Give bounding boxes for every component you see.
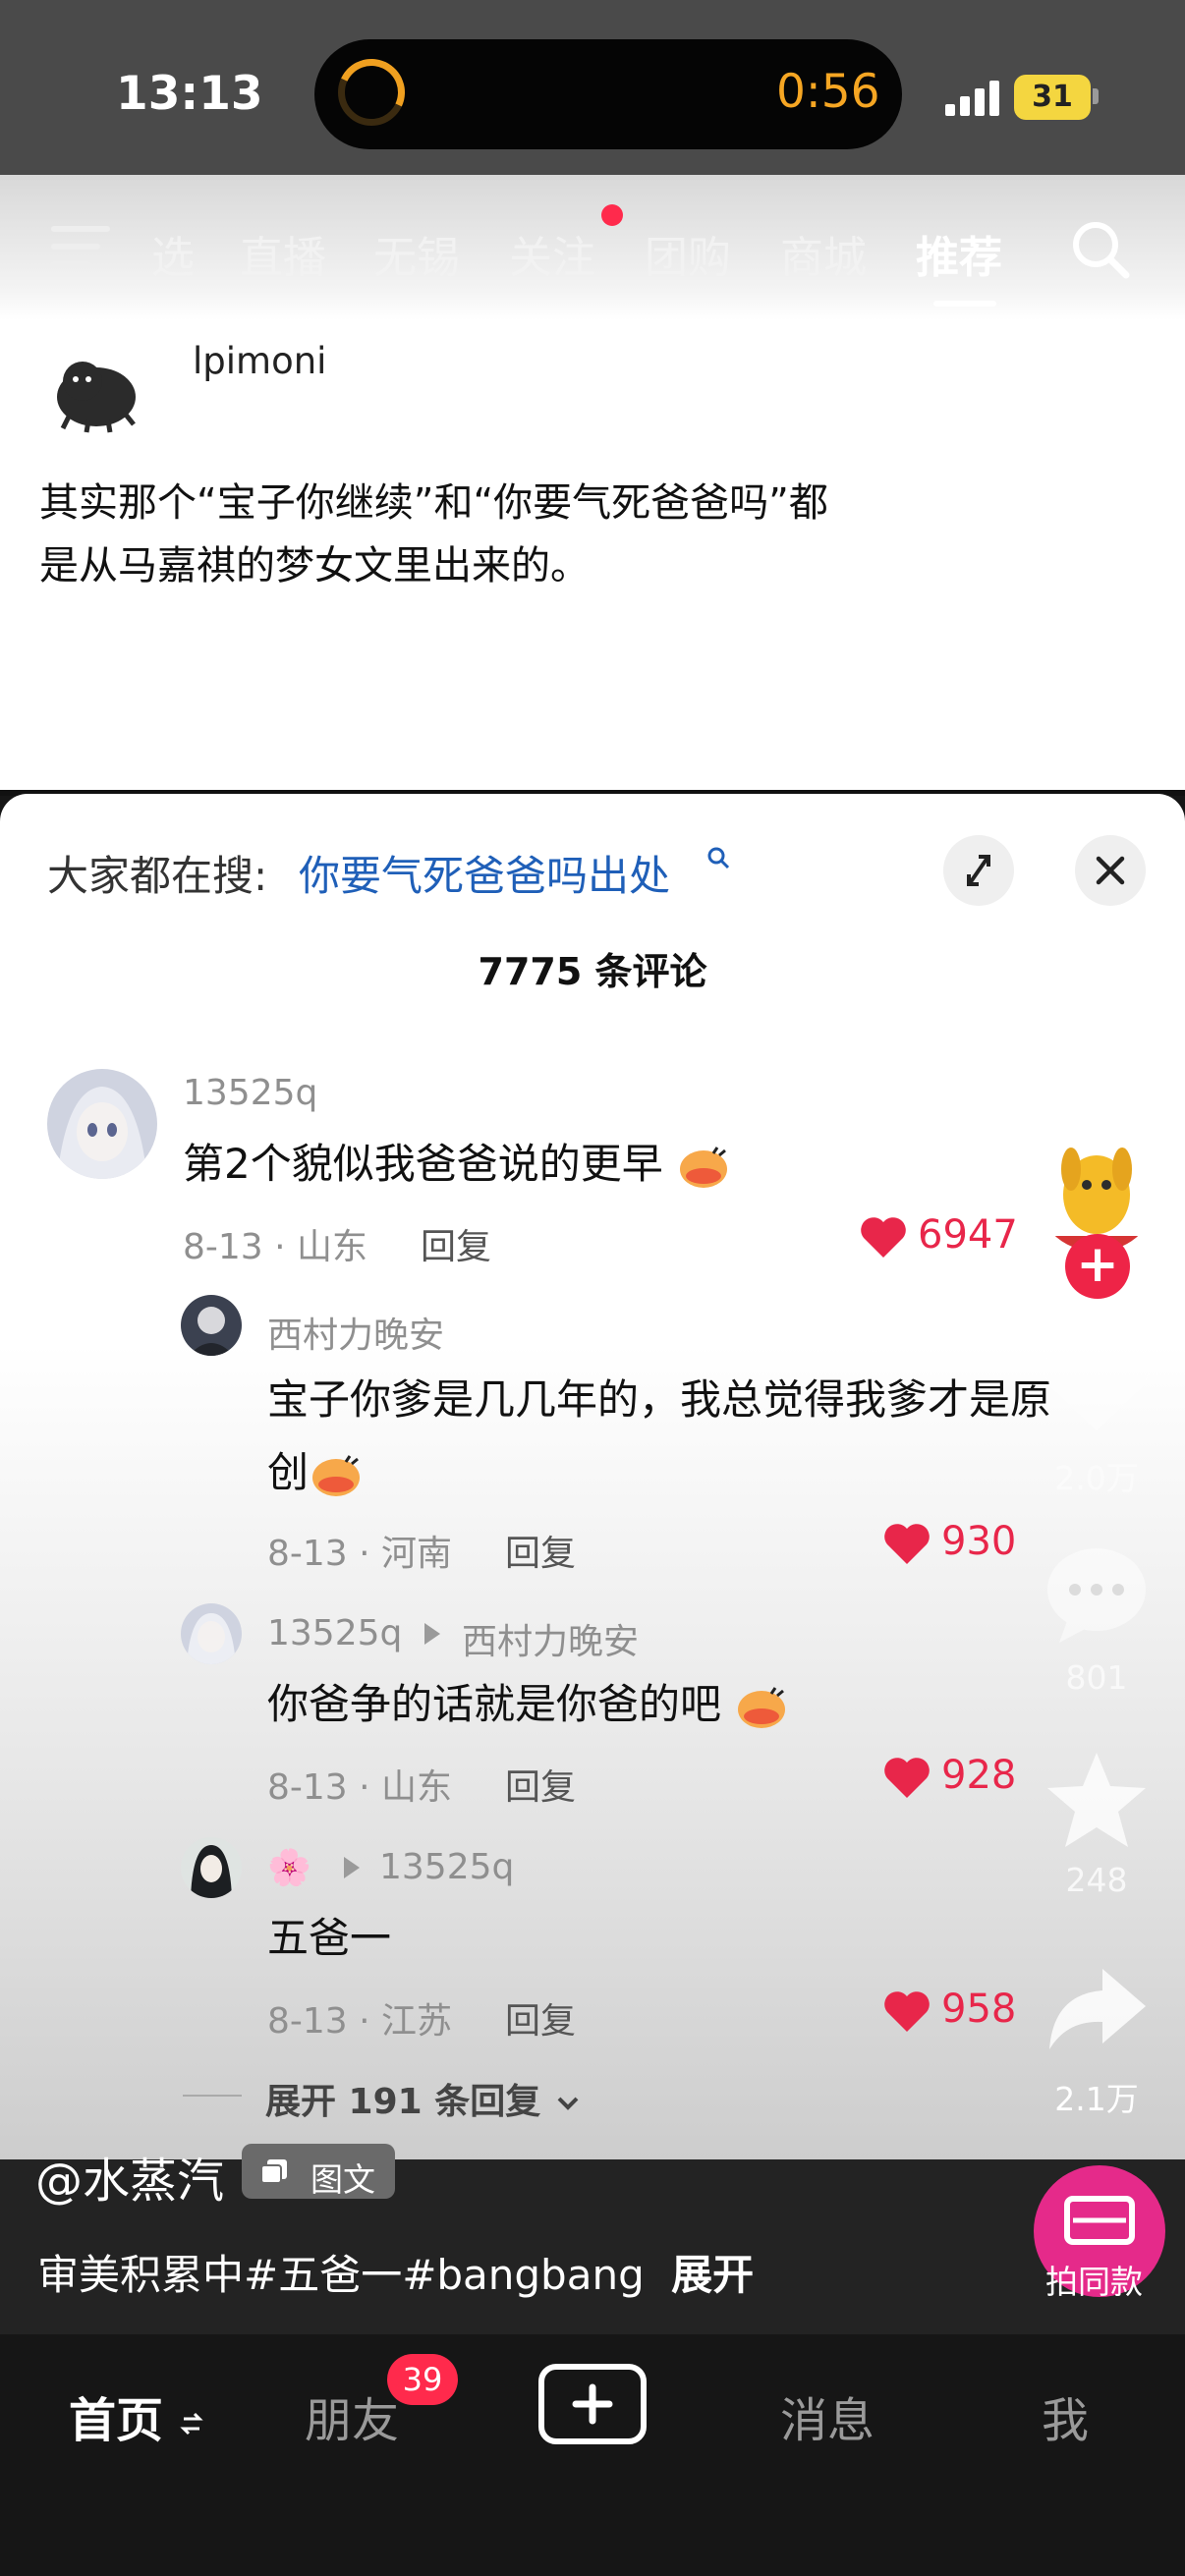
status-time: 13:13 [116, 67, 263, 121]
comment-text-content: 你爸争的话就是你爸的吧 [267, 1680, 722, 1728]
close-comments-button[interactable] [1075, 835, 1146, 906]
image-text-icon [260, 2159, 287, 2184]
expand-sheet-button[interactable] [943, 835, 1014, 906]
video-description: 审美积累中#五爸一#bangbang 展开 [37, 2242, 754, 2302]
comment-count: 7775 条评论 [478, 950, 707, 993]
comment-meta: 8-13 · 山东 [183, 1227, 368, 1267]
comment-meta: 8-13 · 山东 [267, 1767, 453, 1808]
create-post-button[interactable] [538, 2364, 647, 2444]
battery-tip [1093, 88, 1099, 104]
comment-text: 第2个貌似我爸爸说的更早 [183, 1128, 731, 1201]
comment-text-content: 第2个貌似我爸爸说的更早 [183, 1140, 663, 1188]
reply-to-username[interactable]: 13525q [379, 1847, 514, 1887]
duck-emoji-icon [738, 1686, 786, 1728]
expand-icon [967, 855, 990, 886]
creator-avatar[interactable] [1034, 1126, 1159, 1252]
comment-meta: 8-13 · 江苏 [267, 2001, 453, 2042]
reply-button[interactable]: 回复 [421, 1218, 491, 1269]
post-type-label: 图文 [310, 2160, 375, 2199]
tab-recommend[interactable]: 推荐 [916, 222, 1002, 285]
search-icon[interactable] [1069, 218, 1132, 281]
duck-emoji-icon [680, 1146, 728, 1188]
expand-replies-button[interactable]: 展开 191 条回复 [265, 2073, 583, 2124]
like-count: 930 [941, 1519, 1017, 1564]
comment-username[interactable]: 西村力晚安 [267, 1307, 444, 1358]
reply-arrow-icon [344, 1857, 360, 1878]
post-text: 其实那个“宝子你继续”和“你要气死爸爸吗”都 是从马嘉祺的梦女文里出来的。 [39, 472, 1022, 597]
comment-meta: 8-13 · 河南 [267, 1534, 453, 1574]
comment-username[interactable]: 13525q [183, 1073, 317, 1113]
reply-button[interactable]: 回复 [505, 1525, 576, 1576]
tab-select[interactable]: 选 [151, 222, 195, 285]
expand-description-link[interactable]: 展开 [671, 2251, 754, 2299]
plus-icon [572, 2383, 613, 2425]
nav-friends[interactable]: 朋友 [305, 2381, 399, 2450]
like-count: 928 [941, 1753, 1017, 1798]
same-style-label[interactable]: 拍同款 [1045, 2256, 1143, 2303]
tab-mall[interactable]: 商城 [780, 222, 867, 285]
like-count: 6947 [918, 1212, 1018, 1258]
signal-icon [945, 81, 1000, 116]
island-timer: 0:56 [776, 65, 880, 119]
reply-arrow-icon [424, 1623, 440, 1645]
tab-live[interactable]: 直播 [240, 222, 326, 285]
commenter-avatar[interactable] [47, 1069, 157, 1179]
post-text-line: 其实那个“宝子你继续”和“你要气死爸爸吗”都 [39, 480, 828, 526]
description-text: 审美积累中#五爸一#bangbang [37, 2251, 645, 2299]
nav-me[interactable]: 我 [1042, 2381, 1089, 2450]
like-heart-icon[interactable] [1042, 1336, 1152, 1434]
comment-username[interactable]: 🌸 [267, 1847, 311, 1888]
favorite-total: 248 [1065, 1861, 1128, 1899]
heart-icon[interactable] [859, 1214, 908, 1260]
nav-home[interactable]: 首页 [69, 2381, 203, 2450]
search-suggestion-link[interactable]: 你要气死爸爸吗出处 [299, 843, 670, 903]
reply-button[interactable]: 回复 [505, 1759, 576, 1810]
comment-text-line: 创 [267, 1436, 1112, 1509]
menu-icon[interactable] [51, 222, 110, 271]
heart-icon[interactable] [882, 1988, 931, 2034]
comment-text: 五爸一 [267, 1914, 392, 1962]
heart-icon[interactable] [882, 1755, 931, 1800]
video-author[interactable]: @水蒸汽 [35, 2142, 224, 2211]
commenter-avatar[interactable] [181, 1603, 242, 1664]
tab-following[interactable]: 关注 [509, 222, 595, 285]
duck-emoji-icon [312, 1454, 361, 1496]
swap-arrows-icon [180, 2412, 203, 2436]
share-arrow-icon[interactable] [1044, 1965, 1150, 2053]
follow-plus-button[interactable]: + [1065, 1234, 1130, 1299]
reply-button[interactable]: 回复 [505, 1992, 576, 2044]
post-author-name[interactable]: lpimoni [193, 340, 326, 382]
share-total: 2.1万 [1054, 2080, 1139, 2118]
heart-icon[interactable] [882, 1521, 931, 1566]
search-suggestion-prefix: 大家都在搜: [47, 852, 268, 900]
commenter-avatar[interactable] [181, 1295, 242, 1356]
favorite-star-icon[interactable] [1044, 1749, 1150, 1851]
active-tab-indicator [933, 301, 996, 307]
divider [183, 2095, 242, 2097]
comment-username[interactable]: 13525q [267, 1613, 402, 1653]
tab-wuxi[interactable]: 无锡 [373, 222, 460, 285]
reply-to-username[interactable]: 西村力晚安 [462, 1613, 639, 1664]
battery-icon: 31 [1014, 75, 1091, 120]
small-search-icon [707, 847, 730, 869]
close-icon [1096, 856, 1125, 885]
post-author-avatar[interactable] [39, 330, 155, 446]
like-total: 2.0万 [1054, 1459, 1139, 1497]
comment-bubble-icon[interactable] [1042, 1542, 1152, 1645]
tab-group-buy[interactable]: 团购 [645, 222, 731, 285]
like-count: 958 [941, 1987, 1017, 2032]
comment-text: 宝子你爹是几几年的，我总觉得我爹才是原 创 [267, 1364, 1112, 1509]
commenter-avatar[interactable] [181, 1837, 242, 1898]
friends-badge: 39 [387, 2354, 458, 2405]
following-notification-dot [601, 204, 623, 226]
chevron-down-icon [557, 2097, 579, 2110]
comment-total: 801 [1065, 1658, 1128, 1697]
post-text-line: 是从马嘉祺的梦女文里出来的。 [39, 543, 590, 588]
nav-messages[interactable]: 消息 [780, 2381, 875, 2450]
comment-text: 你爸争的话就是你爸的吧 [267, 1668, 789, 1741]
comment-text-line: 宝子你爹是几几年的，我总觉得我爹才是原 [267, 1375, 1052, 1424]
